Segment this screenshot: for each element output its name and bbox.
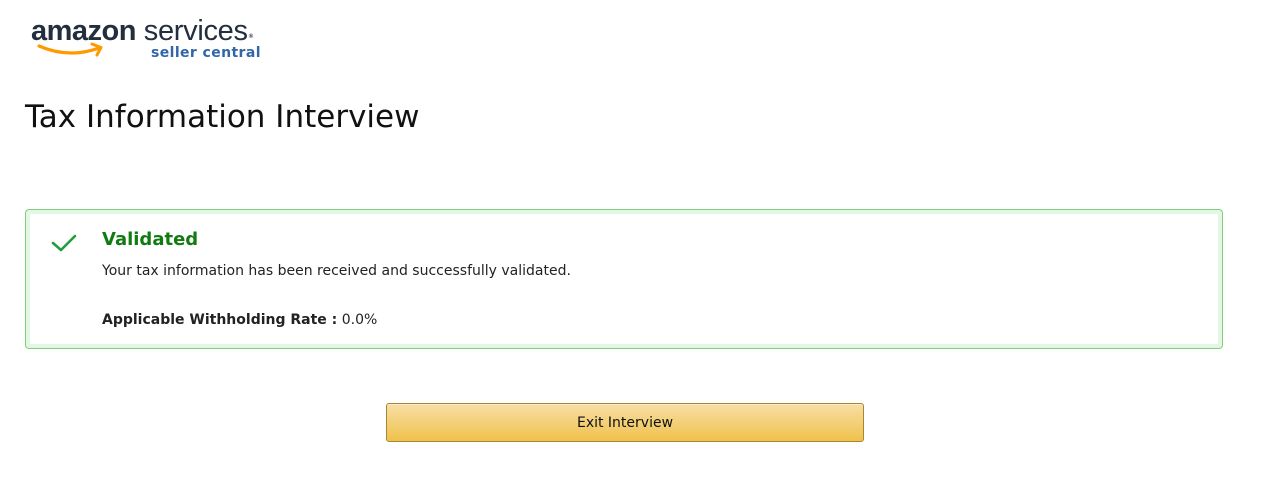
page-title: Tax Information Interview bbox=[25, 99, 420, 135]
logo-word-services: services bbox=[135, 15, 248, 47]
page: amazon services® seller central Tax Info… bbox=[0, 0, 1261, 480]
withholding-rate-value: 0.0% bbox=[341, 312, 378, 328]
amazon-services-logo[interactable]: amazon services® seller central bbox=[31, 14, 271, 64]
checkmark-icon bbox=[51, 234, 77, 252]
validation-success-alert: Validated Your tax information has been … bbox=[25, 209, 1223, 349]
logo-trademark: ® bbox=[248, 34, 253, 40]
exit-interview-button[interactable]: Exit Interview bbox=[386, 403, 864, 442]
alert-message: Your tax information has been received a… bbox=[102, 263, 571, 279]
withholding-rate-label: Applicable Withholding Rate : bbox=[102, 312, 338, 328]
logo-subtitle: seller central bbox=[151, 45, 261, 61]
withholding-rate: Applicable Withholding Rate : 0.0% bbox=[102, 312, 377, 328]
amazon-smile-icon bbox=[37, 42, 103, 57]
alert-heading: Validated bbox=[102, 229, 199, 250]
